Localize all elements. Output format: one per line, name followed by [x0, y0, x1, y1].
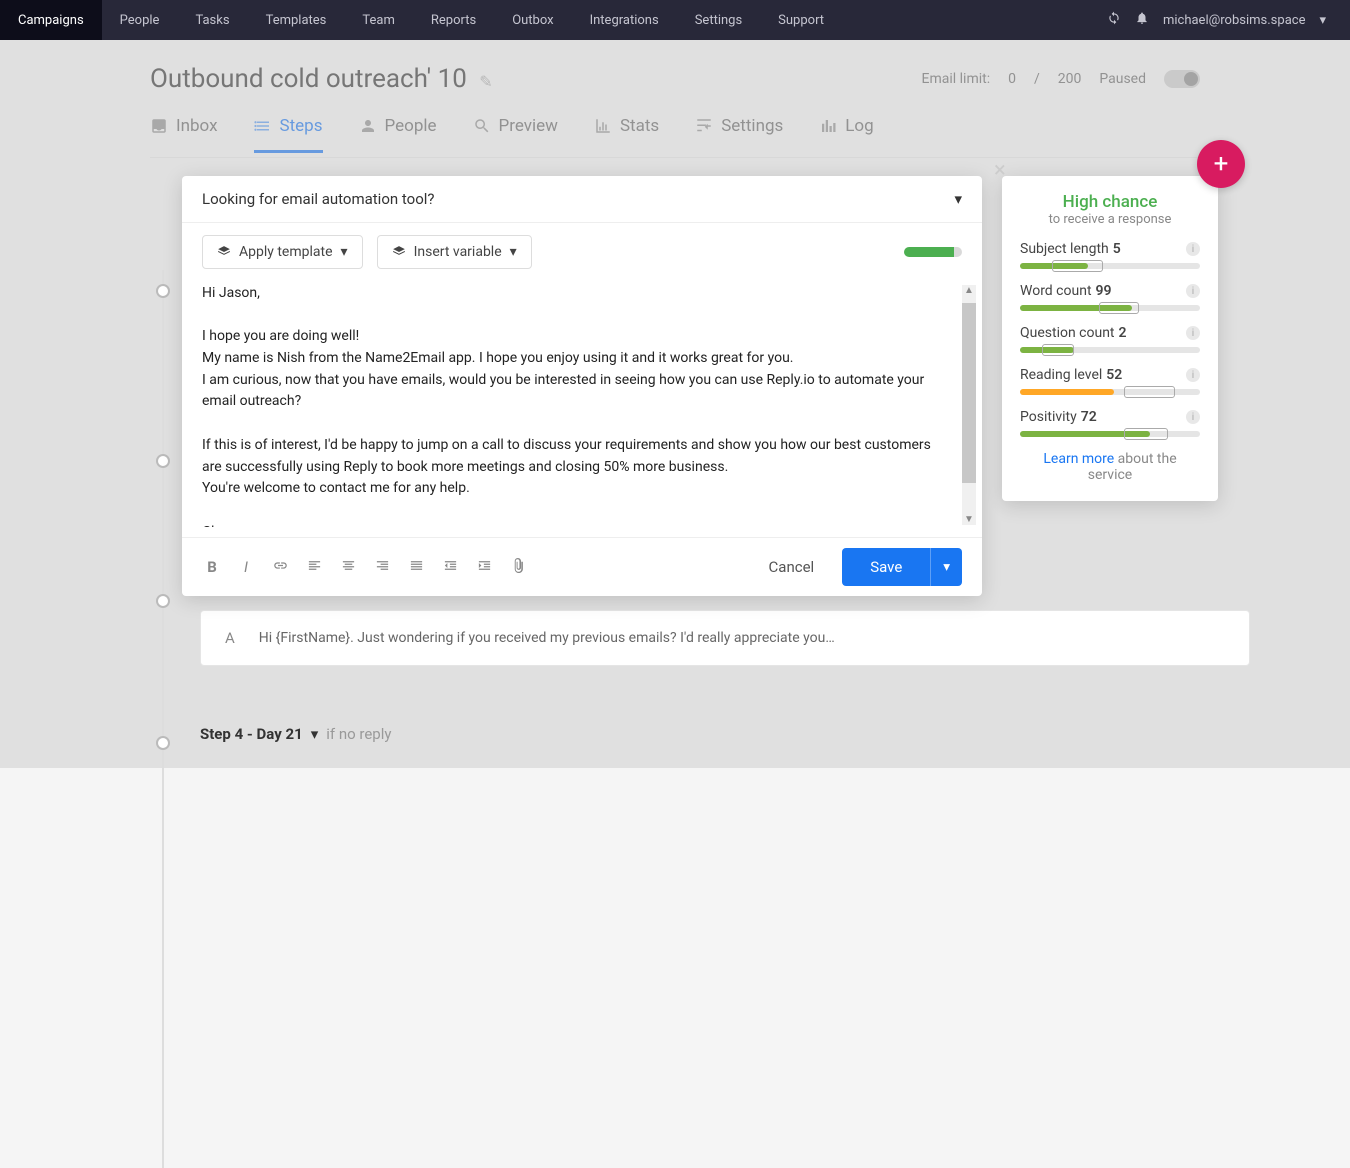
- metric-question-count: Question count 2i: [1020, 325, 1200, 353]
- step-4-condition: if no reply: [326, 725, 391, 743]
- step-4-header[interactable]: Step 4 - Day 21 ▾ if no reply: [200, 725, 391, 743]
- scroll-down-icon[interactable]: ▼: [964, 514, 974, 525]
- step-variant-label: A: [225, 629, 235, 647]
- chevron-down-icon: ▾: [510, 244, 517, 260]
- analysis-title: High chance: [1020, 192, 1200, 212]
- attachment-button[interactable]: [508, 558, 528, 577]
- align-left-button[interactable]: [304, 558, 324, 577]
- editor-textarea[interactable]: Hi Jason, I hope you are doing well! My …: [202, 283, 962, 527]
- outdent-button[interactable]: [440, 558, 460, 577]
- metric-reading-level: Reading level 52i: [1020, 367, 1200, 395]
- scroll-up-icon[interactable]: ▲: [964, 285, 974, 296]
- indent-button[interactable]: [474, 558, 494, 577]
- timeline-dot: [156, 284, 170, 298]
- close-analysis-icon[interactable]: ×: [994, 158, 1006, 183]
- info-icon[interactable]: i: [1186, 410, 1200, 424]
- nav-campaigns[interactable]: Campaigns: [0, 0, 102, 40]
- nav-integrations[interactable]: Integrations: [572, 0, 677, 40]
- step-preview-text: Hi {FirstName}. Just wondering if you re…: [259, 630, 835, 646]
- info-icon[interactable]: i: [1186, 284, 1200, 298]
- editor-toolbar-top: Apply template ▾ Insert variable ▾: [182, 223, 982, 279]
- editor-subject: Looking for email automation tool?: [202, 190, 435, 208]
- metric-word-count: Word count 99i: [1020, 283, 1200, 311]
- bell-icon[interactable]: [1135, 11, 1149, 29]
- analysis-subtitle: to receive a response: [1020, 212, 1200, 227]
- insert-variable-button[interactable]: Insert variable ▾: [377, 235, 532, 269]
- info-icon[interactable]: i: [1186, 326, 1200, 340]
- analysis-panel: × High chance to receive a response Subj…: [1002, 176, 1218, 501]
- nav-support[interactable]: Support: [760, 0, 842, 40]
- apply-template-label: Apply template: [239, 244, 333, 260]
- cancel-button[interactable]: Cancel: [755, 550, 829, 584]
- save-dropdown-button[interactable]: ▾: [930, 548, 962, 586]
- analysis-learn-more: Learn more about the service: [1020, 451, 1200, 483]
- editor-footer: B I Cancel Save ▾: [182, 537, 982, 596]
- top-nav-right: michael@robsims.space ▾: [1107, 11, 1350, 29]
- subject-chevron-icon[interactable]: ▾: [954, 190, 962, 208]
- editor-body: Hi Jason, I hope you are doing well! My …: [182, 279, 982, 537]
- save-button[interactable]: Save: [842, 548, 930, 586]
- link-button[interactable]: [270, 558, 290, 577]
- editor-scrollbar[interactable]: ▲ ▼: [962, 285, 976, 525]
- sync-icon[interactable]: [1107, 11, 1121, 29]
- step-card[interactable]: A Hi {FirstName}. Just wondering if you …: [200, 610, 1250, 666]
- insert-variable-label: Insert variable: [414, 244, 502, 260]
- chevron-down-icon: ▾: [311, 725, 319, 743]
- align-justify-button[interactable]: [406, 558, 426, 577]
- nav-team[interactable]: Team: [344, 0, 413, 40]
- email-editor-modal: Looking for email automation tool? ▾ App…: [182, 176, 982, 596]
- metric-positivity: Positivity 72i: [1020, 409, 1200, 437]
- nav-settings[interactable]: Settings: [677, 0, 760, 40]
- quality-indicator[interactable]: [904, 247, 962, 257]
- top-navbar: CampaignsPeopleTasksTemplatesTeamReports…: [0, 0, 1350, 40]
- nav-tasks[interactable]: Tasks: [177, 0, 247, 40]
- metric-subject-length: Subject length 5i: [1020, 241, 1200, 269]
- info-icon[interactable]: i: [1186, 368, 1200, 382]
- nav-templates[interactable]: Templates: [248, 0, 345, 40]
- nav-outbox[interactable]: Outbox: [494, 0, 571, 40]
- apply-template-button[interactable]: Apply template ▾: [202, 235, 363, 269]
- timeline-dot: [156, 594, 170, 608]
- align-center-button[interactable]: [338, 558, 358, 577]
- learn-more-link[interactable]: Learn more: [1043, 451, 1114, 467]
- align-right-button[interactable]: [372, 558, 392, 577]
- scroll-thumb[interactable]: [962, 303, 976, 483]
- add-step-button[interactable]: +: [1197, 140, 1245, 188]
- chevron-down-icon: ▾: [341, 244, 348, 260]
- step-4-label: Step 4 - Day 21: [200, 725, 303, 743]
- timeline-dot: [156, 454, 170, 468]
- bold-button[interactable]: B: [202, 558, 222, 576]
- italic-button[interactable]: I: [236, 558, 256, 576]
- nav-reports[interactable]: Reports: [413, 0, 494, 40]
- editor-subject-row[interactable]: Looking for email automation tool? ▾: [182, 176, 982, 223]
- top-nav-items: CampaignsPeopleTasksTemplatesTeamReports…: [0, 0, 842, 40]
- info-icon[interactable]: i: [1186, 242, 1200, 256]
- timeline-dot: [156, 736, 170, 750]
- user-menu-chevron-icon[interactable]: ▾: [1319, 13, 1326, 28]
- nav-people[interactable]: People: [102, 0, 178, 40]
- user-email[interactable]: michael@robsims.space: [1163, 13, 1306, 28]
